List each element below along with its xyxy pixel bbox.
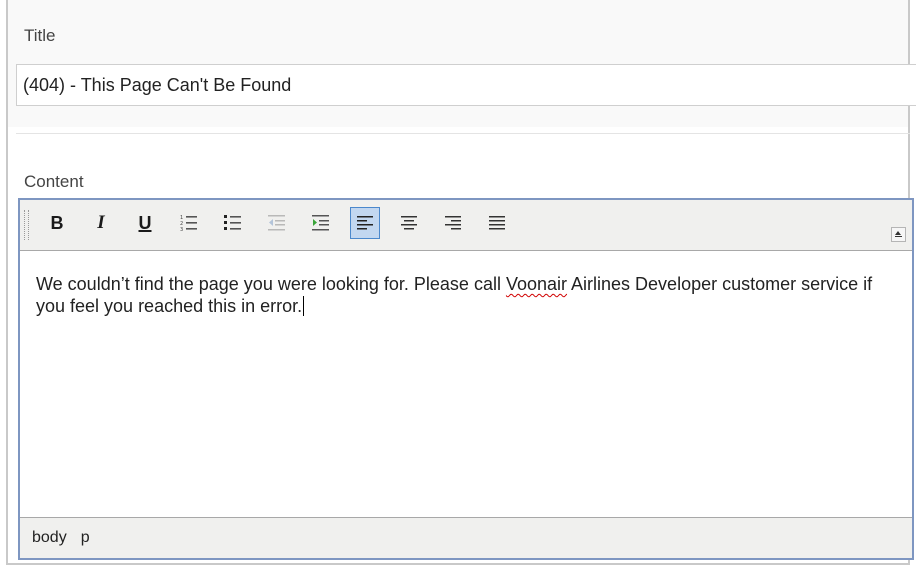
path-item-body[interactable]: body	[32, 529, 67, 547]
editor-path-bar: body p	[20, 517, 912, 558]
ordered-list-button[interactable]: 1 2 3	[174, 207, 204, 239]
ordered-list-icon: 1 2 3	[180, 215, 197, 232]
bold-icon: B	[50, 212, 64, 233]
toolbar-grip	[24, 210, 29, 240]
indent-icon	[312, 215, 329, 231]
outdent-icon	[268, 215, 285, 231]
unordered-list-button[interactable]	[218, 207, 248, 239]
italic-button[interactable]: I	[86, 207, 116, 239]
editor-content[interactable]: We couldn’t find the page you were looki…	[20, 251, 912, 515]
align-justify-button[interactable]	[482, 207, 512, 239]
align-right-icon	[445, 216, 461, 230]
title-label: Title	[24, 26, 56, 45]
content-label: Content	[24, 172, 84, 191]
italic-icon: I	[97, 212, 105, 233]
rich-text-editor: B I U 1 2 3 We couldn’t find the page yo…	[18, 198, 914, 560]
underline-icon: U	[138, 212, 152, 233]
divider	[16, 133, 910, 134]
align-left-icon	[357, 216, 373, 230]
unordered-list-icon	[224, 215, 241, 230]
outdent-button[interactable]	[262, 207, 292, 239]
align-left-button[interactable]	[350, 207, 380, 239]
align-right-button[interactable]	[438, 207, 468, 239]
indent-button[interactable]	[306, 207, 336, 239]
svg-text:3: 3	[180, 227, 183, 232]
bold-button[interactable]: B	[42, 207, 72, 239]
align-center-button[interactable]	[394, 207, 424, 239]
editor-toolbar: B I U 1 2 3	[20, 200, 912, 251]
toolbar-expand-icon[interactable]	[891, 227, 906, 242]
content-text-start: We couldn’t find the page you were looki…	[36, 274, 506, 294]
align-justify-icon	[489, 216, 505, 230]
misspelled-word: Voonair	[505, 274, 568, 294]
path-item-p[interactable]: p	[81, 529, 90, 547]
title-input[interactable]	[16, 64, 916, 106]
text-cursor	[303, 296, 305, 316]
underline-button[interactable]: U	[130, 207, 160, 239]
align-center-icon	[401, 216, 417, 230]
